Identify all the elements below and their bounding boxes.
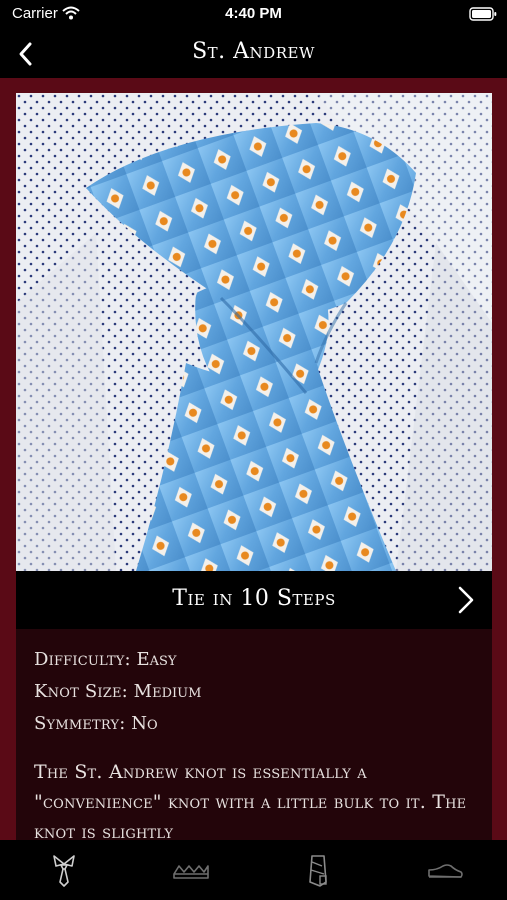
knot-info-panel: Difficulty: Easy Knot Size: Medium Symme…: [16, 629, 492, 840]
status-time: 4:40 PM: [225, 5, 282, 22]
difficulty-row: Difficulty: Easy: [34, 649, 177, 670]
knot-description: The St. Andrew knot is essentially a "co…: [34, 761, 467, 840]
tab-shoes[interactable]: [425, 852, 465, 888]
battery-icon: [469, 7, 497, 21]
tab-sleeves[interactable]: [298, 852, 338, 888]
tab-ties[interactable]: [44, 852, 84, 888]
tie-steps-button[interactable]: Tie in 10 Steps: [16, 571, 492, 629]
folded-shirts-icon: [173, 865, 209, 879]
shoe-icon: [428, 864, 463, 878]
difficulty-label: Difficulty:: [34, 649, 131, 670]
knot-size-label: Knot Size:: [34, 681, 128, 702]
difficulty-value: Easy: [136, 649, 177, 670]
tie-collar-icon: [53, 855, 75, 887]
chevron-right-icon: [458, 586, 474, 614]
knot-size-row: Knot Size: Medium: [34, 681, 201, 702]
status-bar: Carrier 4:40 PM: [0, 0, 507, 30]
tab-shirts[interactable]: [171, 852, 211, 888]
tie-steps-label: Tie in 10 Steps: [172, 586, 336, 611]
knot-size-value: Medium: [133, 681, 202, 702]
shirt-sleeve-icon: [309, 855, 327, 887]
knot-detail: Tie in 10 Steps Difficulty: Easy Knot Si…: [0, 78, 507, 840]
page-title: St. Andrew: [192, 39, 315, 64]
symmetry-label: Symmetry:: [34, 713, 126, 734]
navigation-bar: St. Andrew: [0, 30, 507, 78]
tab-bar: [0, 840, 507, 900]
tie-knot-photo: [16, 93, 492, 571]
symmetry-value: No: [131, 713, 158, 734]
symmetry-row: Symmetry: No: [34, 713, 158, 734]
